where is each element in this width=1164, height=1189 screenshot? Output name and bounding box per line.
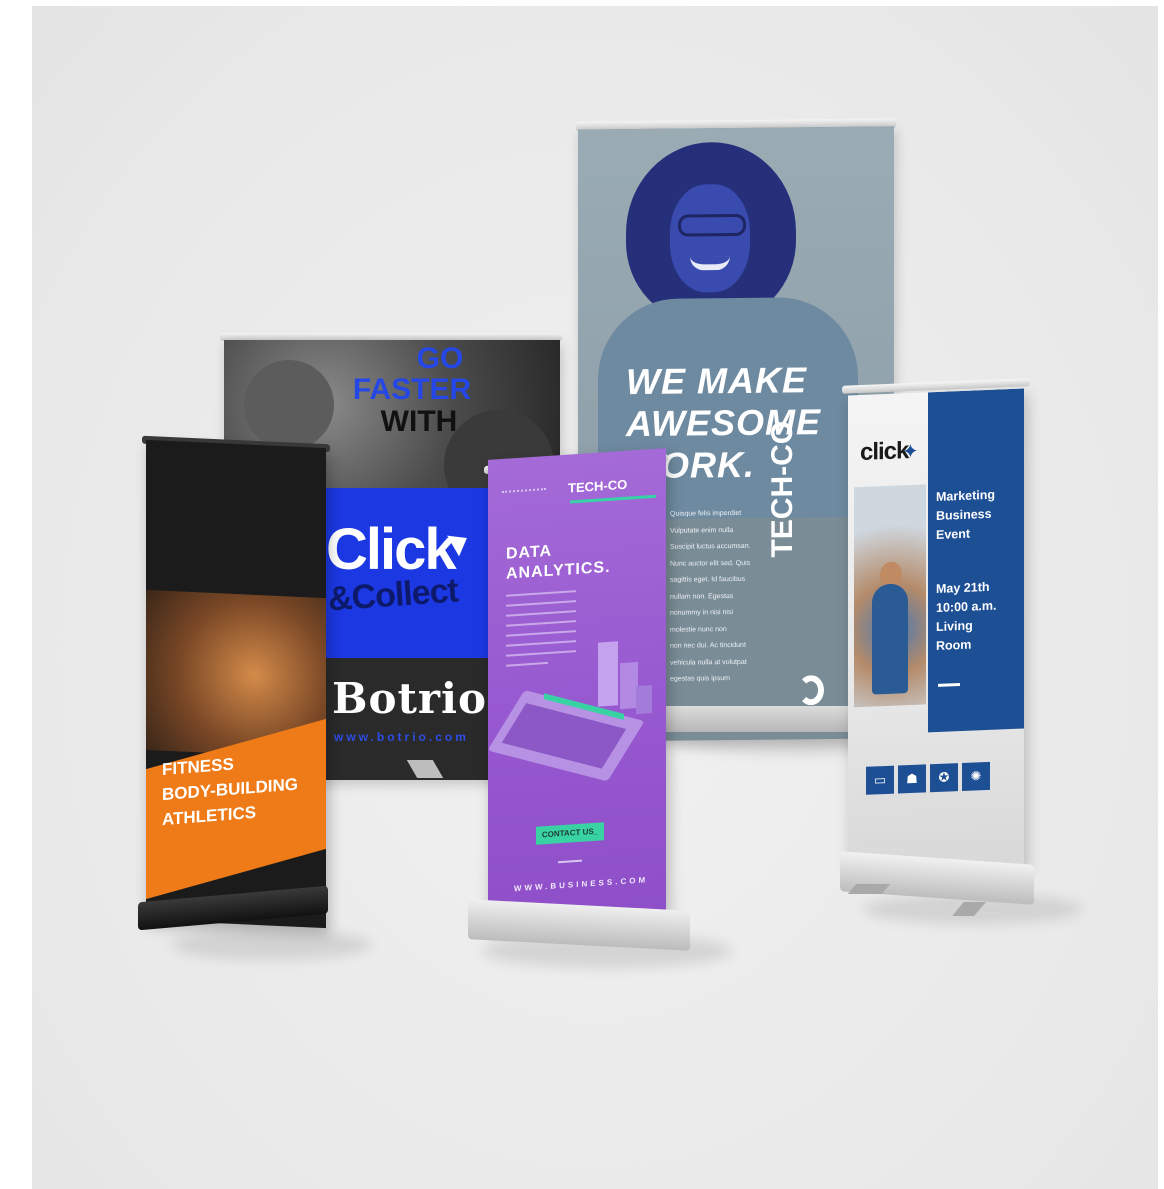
banner-run-fitness: RUN FITNESS BODY-BUILDING ATHLETICS (146, 439, 326, 929)
paragraph-line: sagittis eget. Id faucibus (670, 575, 746, 584)
icon-row: ▭ ☗ ✪ ✺ (866, 761, 1016, 795)
wave-decoration (502, 488, 546, 507)
headline-line: WE MAKE (626, 359, 807, 403)
floor-shadow (172, 930, 372, 960)
star-icon: ✦ (902, 440, 919, 464)
paragraph-line: molestie nunc non (670, 625, 727, 634)
headline-line: FASTER (352, 373, 472, 406)
brand-name: Botrio (332, 674, 488, 723)
vertical-logo: TECH-CO (766, 420, 799, 558)
banner-taglines: FITNESS BODY-BUILDING ATHLETICS (162, 744, 326, 832)
paragraph-line: egestas quis ipsum (670, 675, 730, 683)
paragraph-line: nonummy in nisi nisi (670, 609, 734, 617)
banner-url: WWW.BUSINESS.COM (513, 875, 649, 894)
isometric-bar (598, 641, 618, 707)
brand-url: www.botrio.com (334, 730, 469, 744)
divider (558, 859, 582, 864)
contact-us-button: CONTACT US_ (536, 822, 604, 845)
isometric-bar (636, 685, 652, 715)
event-details: May 21th 10:00 a.m. Living Room (936, 577, 1020, 656)
tech-co-logo-icon (798, 675, 824, 706)
event-title-line: Event (936, 526, 971, 542)
placeholder-text-lines (506, 590, 576, 675)
monitor-icon: ▭ (866, 765, 894, 795)
event-title: Marketing Business Event (936, 485, 1020, 545)
paragraph-line: nullam non. Egestas (670, 592, 734, 601)
logo-underline (570, 494, 656, 504)
headline-line: WITH (380, 405, 458, 438)
woman-face (670, 183, 750, 293)
headline-line: AWESOME (626, 401, 822, 445)
event-venue: Room (936, 637, 972, 653)
blue-panel (928, 388, 1024, 733)
photo-shape (244, 360, 334, 450)
banner-click-marketing-event: click ✦ Marketing Business Event May 21t… (848, 388, 1024, 874)
headline-line: GO (416, 342, 464, 375)
banner-data-analytics: TECH-CO DATA ANALYTICS. CONTACT US_ WWW.… (488, 448, 666, 926)
glasses-icon (678, 213, 746, 237)
paragraph-line: non nec dui. Ac tincidunt (670, 641, 746, 650)
tech-co-logo: TECH-CO (568, 476, 628, 496)
banner-title: DATA ANALYTICS. (506, 535, 656, 585)
person-icon: ☗ (898, 764, 926, 794)
lightbulb-icon: ✺ (962, 761, 990, 791)
award-icon: ✪ (930, 763, 958, 793)
person-backpack (872, 583, 908, 695)
paragraph-line: vehicula nulla at volutpat (670, 658, 747, 667)
